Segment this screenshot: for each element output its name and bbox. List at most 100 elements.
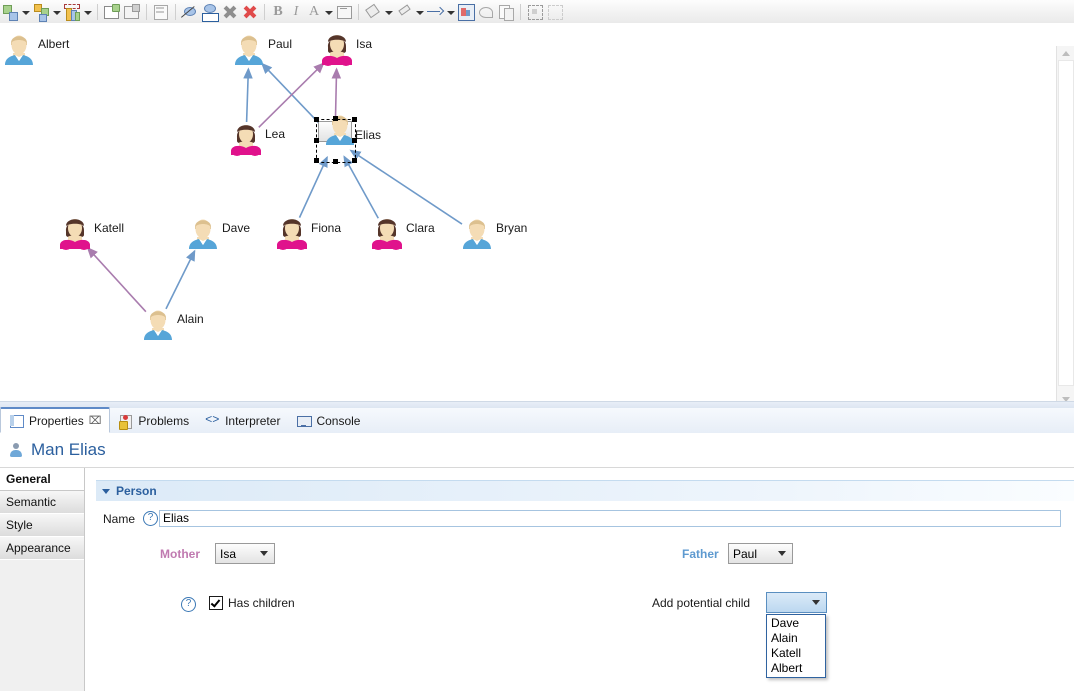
diagram-edge[interactable] — [165, 249, 196, 310]
has-children-row[interactable]: Has children — [209, 596, 295, 610]
resize-handle[interactable] — [352, 158, 357, 163]
property-tab-general[interactable]: General — [0, 468, 84, 491]
font-color-icon[interactable]: A — [305, 4, 323, 20]
diagram-node-albert[interactable]: Albert — [2, 31, 69, 72]
layout-nodes-dropdown-arrow[interactable] — [20, 3, 31, 21]
diagram-canvas[interactable]: Albert Paul Isa Lea Elias Katell Dave Fiona Clar… — [0, 23, 1057, 383]
arrange-selection-dropdown-arrow[interactable] — [51, 3, 62, 21]
property-tab-appearance[interactable]: Appearance — [0, 537, 84, 560]
italic-icon[interactable]: I — [287, 4, 305, 20]
person-avatar-icon — [229, 125, 263, 162]
view-tab-problems[interactable]: Problems — [110, 409, 197, 433]
diagram-node-katell[interactable]: Katell — [58, 215, 124, 253]
dropdown-option[interactable]: Alain — [767, 631, 825, 646]
diagram-node-clara[interactable]: Clara — [370, 215, 435, 253]
application-window: B I A Albert Paul Isa Lea Elias Katell D… — [0, 0, 1074, 691]
mother-select[interactable]: Isa — [215, 543, 275, 564]
font-color-dropdown-arrow[interactable] — [323, 3, 334, 21]
toolbar-button-delete-element[interactable] — [220, 1, 240, 23]
view-tab-label: Problems — [138, 414, 190, 428]
father-select[interactable]: Paul — [728, 543, 793, 564]
resize-handle[interactable] — [314, 117, 319, 122]
chevron-down-icon — [778, 551, 786, 556]
fill-color-dropdown-arrow[interactable] — [383, 3, 394, 21]
new-diagram-icon — [103, 3, 121, 21]
toolbar-button-copy-appearance[interactable] — [151, 1, 171, 23]
vertical-scroll-thumb[interactable] — [1058, 60, 1074, 386]
diagram-node-dave[interactable]: Dave — [186, 215, 250, 253]
auto-size-icon — [526, 3, 544, 21]
mother-select-value: Isa — [220, 546, 237, 561]
toolbar-button-pin-elements[interactable] — [62, 1, 82, 23]
diagram-node-lea[interactable]: Lea — [229, 121, 285, 162]
father-select-value: Paul — [733, 546, 758, 561]
line-color-icon — [395, 3, 413, 21]
section-header-person[interactable]: Person — [96, 480, 1074, 501]
property-tab-label: Style — [6, 518, 33, 532]
toolbar-button-line-style[interactable] — [425, 1, 445, 23]
diagram-node-elias[interactable]: Elias — [314, 115, 381, 164]
toolbar-button-line-color[interactable] — [394, 1, 414, 23]
resize-handle[interactable] — [352, 117, 357, 122]
help-icon[interactable]: ? — [181, 597, 196, 612]
view-tab-label: Interpreter — [225, 414, 281, 428]
toolbar-button-hide-element[interactable] — [180, 1, 200, 23]
dropdown-option[interactable]: Dave — [767, 616, 825, 631]
pin-elements-dropdown-arrow[interactable] — [82, 3, 93, 21]
person-avatar-icon — [141, 310, 175, 347]
toolbar-button-delete-diagram[interactable] — [122, 1, 142, 23]
has-children-checkbox[interactable] — [209, 596, 223, 610]
view-tab-interpreter[interactable]: <> Interpreter — [197, 409, 288, 433]
line-color-dropdown-arrow[interactable] — [414, 3, 425, 21]
diagram-edge[interactable] — [86, 246, 147, 313]
diagram-edge[interactable] — [298, 155, 328, 218]
diagram-edge[interactable] — [349, 149, 463, 225]
resize-handle[interactable] — [314, 138, 319, 143]
panel-splitter[interactable] — [0, 401, 1074, 408]
resize-handle[interactable] — [333, 116, 338, 121]
resize-handle[interactable] — [314, 158, 319, 163]
line-style-icon — [426, 3, 445, 21]
scroll-up-icon[interactable] — [1057, 46, 1074, 60]
toolbar-button-snap-to-grid[interactable] — [545, 1, 565, 23]
canvas-vertical-scrollbar[interactable] — [1056, 46, 1074, 406]
diagram-node-alain[interactable]: Alain — [141, 306, 204, 347]
toolbar-button-arrange-selection[interactable] — [31, 1, 51, 23]
toolbar-button-image[interactable] — [456, 1, 476, 23]
diagram-node-isa[interactable]: Isa — [320, 31, 372, 69]
view-tab-label: Properties — [29, 413, 84, 428]
resize-handle[interactable] — [352, 138, 357, 143]
resize-handle[interactable] — [333, 159, 338, 164]
close-icon[interactable]: ⌧ — [89, 414, 102, 427]
father-label: Father — [682, 547, 719, 561]
pin-elements-icon — [63, 3, 81, 21]
add-potential-child-dropdown-list[interactable]: Dave Alain Katell Albert — [766, 614, 826, 678]
toolbar-button-delete-from-model[interactable] — [240, 1, 260, 23]
bold-icon[interactable]: B — [269, 4, 287, 20]
help-icon[interactable]: ? — [143, 511, 159, 526]
property-tab-style[interactable]: Style — [0, 514, 84, 537]
view-tab-properties[interactable]: Properties ⌧ — [0, 407, 111, 433]
toolbar-separator — [97, 3, 98, 20]
diagram-node-paul[interactable]: Paul — [232, 31, 292, 69]
toolbar-button-reset-style[interactable] — [476, 1, 496, 23]
diagram-node-bryan[interactable]: Bryan — [460, 215, 527, 253]
line-style-dropdown-arrow[interactable] — [445, 3, 456, 21]
view-tab-console[interactable]: Console — [288, 409, 368, 433]
dropdown-option[interactable]: Albert — [767, 661, 825, 676]
name-input[interactable] — [159, 510, 1061, 527]
property-tab-semantic[interactable]: Semantic — [0, 491, 84, 514]
dropdown-option[interactable]: Katell — [767, 646, 825, 661]
toolbar-button-layout-nodes[interactable] — [0, 1, 20, 23]
toolbar-button-auto-size[interactable] — [525, 1, 545, 23]
chevron-down-icon[interactable] — [102, 488, 110, 494]
diagram-edge[interactable] — [243, 67, 253, 123]
toolbar-button-hide-label[interactable] — [200, 1, 220, 23]
person-avatar-icon — [2, 35, 36, 72]
toolbar-button-copy-format[interactable] — [496, 1, 516, 23]
toolbar-button-fill-color[interactable] — [363, 1, 383, 23]
toolbar-button-font-dialog[interactable] — [334, 1, 354, 23]
add-potential-child-select[interactable] — [766, 592, 827, 613]
toolbar-button-new-diagram[interactable] — [102, 1, 122, 23]
diagram-node-fiona[interactable]: Fiona — [275, 215, 341, 253]
